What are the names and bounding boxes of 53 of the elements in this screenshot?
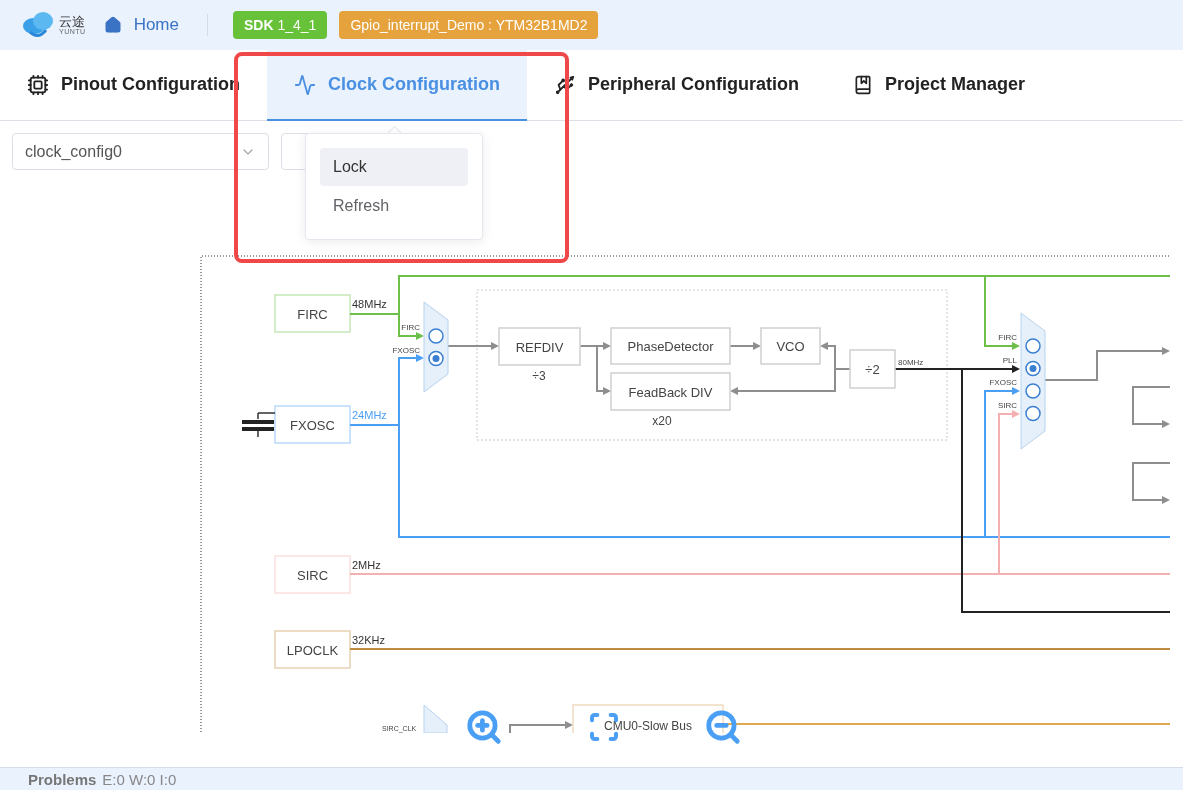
mux-radio[interactable] [1025, 360, 1041, 377]
mux-radio[interactable] [1025, 383, 1041, 399]
mux-input-label: PLL [1002, 355, 1017, 365]
problems-title: Problems [28, 770, 97, 788]
mux-input-label: SIRC [997, 400, 1017, 410]
config-select[interactable]: clock_config0 [12, 133, 269, 170]
mux-input-label: FXOSC [989, 378, 1017, 387]
mux-input-label: FXOSC [392, 345, 420, 355]
menu-item[interactable]: Refresh [320, 187, 468, 225]
frequency-label: 2MHz [352, 559, 381, 571]
home-icon [103, 16, 122, 34]
nav-tab[interactable]: Peripheral Configuration [526, 50, 826, 121]
clock-source-block: SIRC [274, 555, 351, 594]
mux-input-label: FIRC [401, 323, 420, 332]
menu-item[interactable]: Lock [320, 148, 468, 186]
clock-source-block: LPOCLK [274, 630, 351, 669]
cloud-logo-icon [22, 10, 56, 40]
wave-icon [293, 73, 316, 96]
mux-shape [423, 704, 448, 733]
pll-block: REFDIV [498, 327, 581, 366]
pll-block: FeadBack DIV [610, 372, 731, 411]
usb-icon [553, 73, 576, 96]
signal-wire [446, 342, 499, 350]
frequency-label: 48MHz [352, 298, 387, 310]
mux-radio[interactable] [428, 328, 444, 344]
frequency-label: 32KHz [352, 634, 386, 646]
zoom-out-button[interactable] [704, 708, 742, 746]
divider-label: ÷3 [532, 369, 546, 383]
mux-input-label: FIRC [998, 333, 1017, 342]
crystal-icon [242, 412, 276, 438]
signal-wire [509, 721, 573, 733]
zoom-in-button[interactable] [465, 708, 503, 746]
book-icon [853, 74, 873, 95]
chip-icon [27, 73, 49, 96]
logo-text: 云途 [59, 15, 86, 28]
mux-radio[interactable] [1025, 338, 1041, 354]
mux-radio[interactable] [1025, 405, 1041, 422]
pll-block: PhaseDetector [610, 327, 731, 365]
bus-block: CMU0-Slow Bus [572, 704, 724, 733]
signal-wire [729, 342, 761, 350]
clock-source-block: FIRC [274, 294, 351, 333]
clock-source-block: FXOSC [274, 405, 351, 444]
nav-tab[interactable]: Project Manager [826, 50, 1053, 121]
pll-block: VCO [760, 327, 821, 365]
sdk-badge: SDK 1_4_1 [233, 11, 328, 39]
project-badge: Gpio_interrupt_Demo : YTM32B1MD2 [339, 11, 599, 39]
frequency-label: 24MHz [352, 409, 387, 421]
home-link[interactable]: Home [103, 14, 208, 36]
multiplier-label: x20 [652, 414, 672, 428]
mux-radio[interactable] [428, 350, 444, 367]
pll-block: ÷2 [849, 349, 896, 389]
problem-counts: E:0 W:0 I:0 [102, 770, 177, 788]
frequency-label: 80MHz [898, 358, 924, 367]
